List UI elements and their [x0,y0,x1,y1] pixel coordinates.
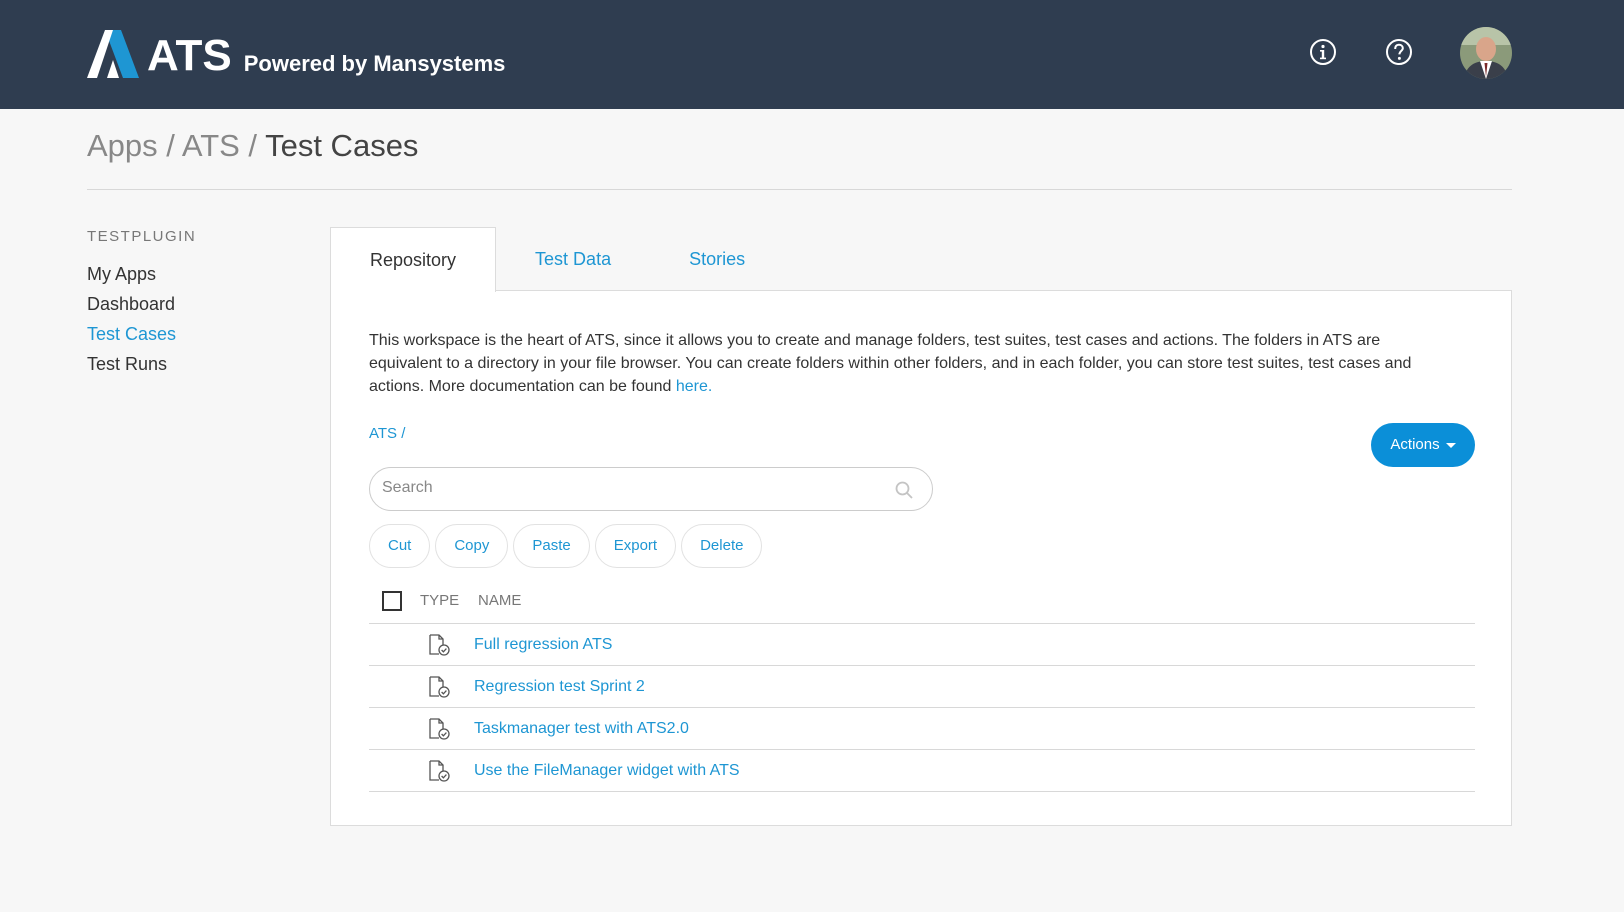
repository-description: This workspace is the heart of ATS, sinc… [369,329,1449,398]
search-icon[interactable] [894,480,914,500]
item-actions-toolbar: Cut Copy Paste Export Delete [369,524,767,568]
select-all-checkbox[interactable] [382,590,402,611]
test-case-icon [429,633,450,656]
ats-logo-icon [87,30,139,78]
actions-dropdown-button[interactable]: Actions [1371,423,1475,467]
test-case-name[interactable]: Use the FileManager widget with ATS [474,762,740,780]
sidebar-item-dashboard[interactable]: Dashboard [87,292,176,322]
header-divider [87,189,1512,190]
user-avatar[interactable] [1460,27,1512,79]
paste-button[interactable]: Paste [513,524,590,568]
test-case-name[interactable]: Regression test Sprint 2 [474,678,645,696]
table-row[interactable]: Taskmanager test with ATS2.0 [369,708,1475,750]
breadcrumb-ats[interactable]: ATS [182,128,240,163]
tab-bar: Repository Test Data Stories [330,227,784,292]
sidebar-nav: My Apps Dashboard Test Cases Test Runs [87,262,176,382]
tab-test-data[interactable]: Test Data [496,227,650,291]
description-text: This workspace is the heart of ATS, sinc… [369,332,1412,395]
sidebar-item-test-runs[interactable]: Test Runs [87,352,176,382]
table-header: TYPE NAME [369,578,1475,624]
search-input[interactable] [382,479,882,497]
logo-text: ATS [147,31,232,80]
top-bar: ATS Powered by Mansystems [0,0,1624,109]
avatar-image [1460,27,1512,79]
caret-down-icon [1445,442,1456,448]
folder-path[interactable]: ATS / [369,425,405,442]
copy-button[interactable]: Copy [435,524,509,568]
test-case-icon [429,759,450,782]
delete-button[interactable]: Delete [681,524,763,568]
breadcrumb-separator: / [157,128,182,163]
test-case-name[interactable]: Taskmanager test with ATS2.0 [474,720,689,738]
info-icon[interactable] [1309,38,1337,66]
table-row[interactable]: Full regression ATS [369,624,1475,666]
breadcrumb-current: Test Cases [265,128,419,163]
search-box[interactable] [369,467,933,511]
test-case-icon [429,717,450,740]
column-header-type: TYPE [420,592,460,609]
sidebar-heading: TESTPLUGIN [87,228,197,245]
test-case-icon [429,675,450,698]
column-header-name: NAME [478,592,522,609]
ats-logo[interactable]: ATS Powered by Mansystems [87,30,505,78]
breadcrumb-apps[interactable]: Apps [87,128,158,163]
help-icon[interactable] [1385,38,1413,66]
documentation-link[interactable]: here. [676,378,712,395]
table-row[interactable]: Regression test Sprint 2 [369,666,1475,708]
table-row[interactable]: Use the FileManager widget with ATS [369,750,1475,792]
actions-label: Actions [1390,436,1440,453]
export-button[interactable]: Export [594,524,677,568]
cut-button[interactable]: Cut [369,524,431,568]
breadcrumb-separator: / [239,128,266,163]
breadcrumb: Apps / ATS / Test Cases [87,128,418,164]
sidebar-item-test-cases[interactable]: Test Cases [87,322,176,352]
tab-repository[interactable]: Repository [330,227,497,292]
logo-subtitle: Powered by Mansystems [243,51,506,76]
sidebar-item-my-apps[interactable]: My Apps [87,262,176,292]
tab-stories[interactable]: Stories [650,227,784,291]
test-case-name[interactable]: Full regression ATS [474,636,612,654]
test-case-table: TYPE NAME Full regression ATS Regression… [369,578,1475,792]
repository-panel: This workspace is the heart of ATS, sinc… [330,290,1512,826]
